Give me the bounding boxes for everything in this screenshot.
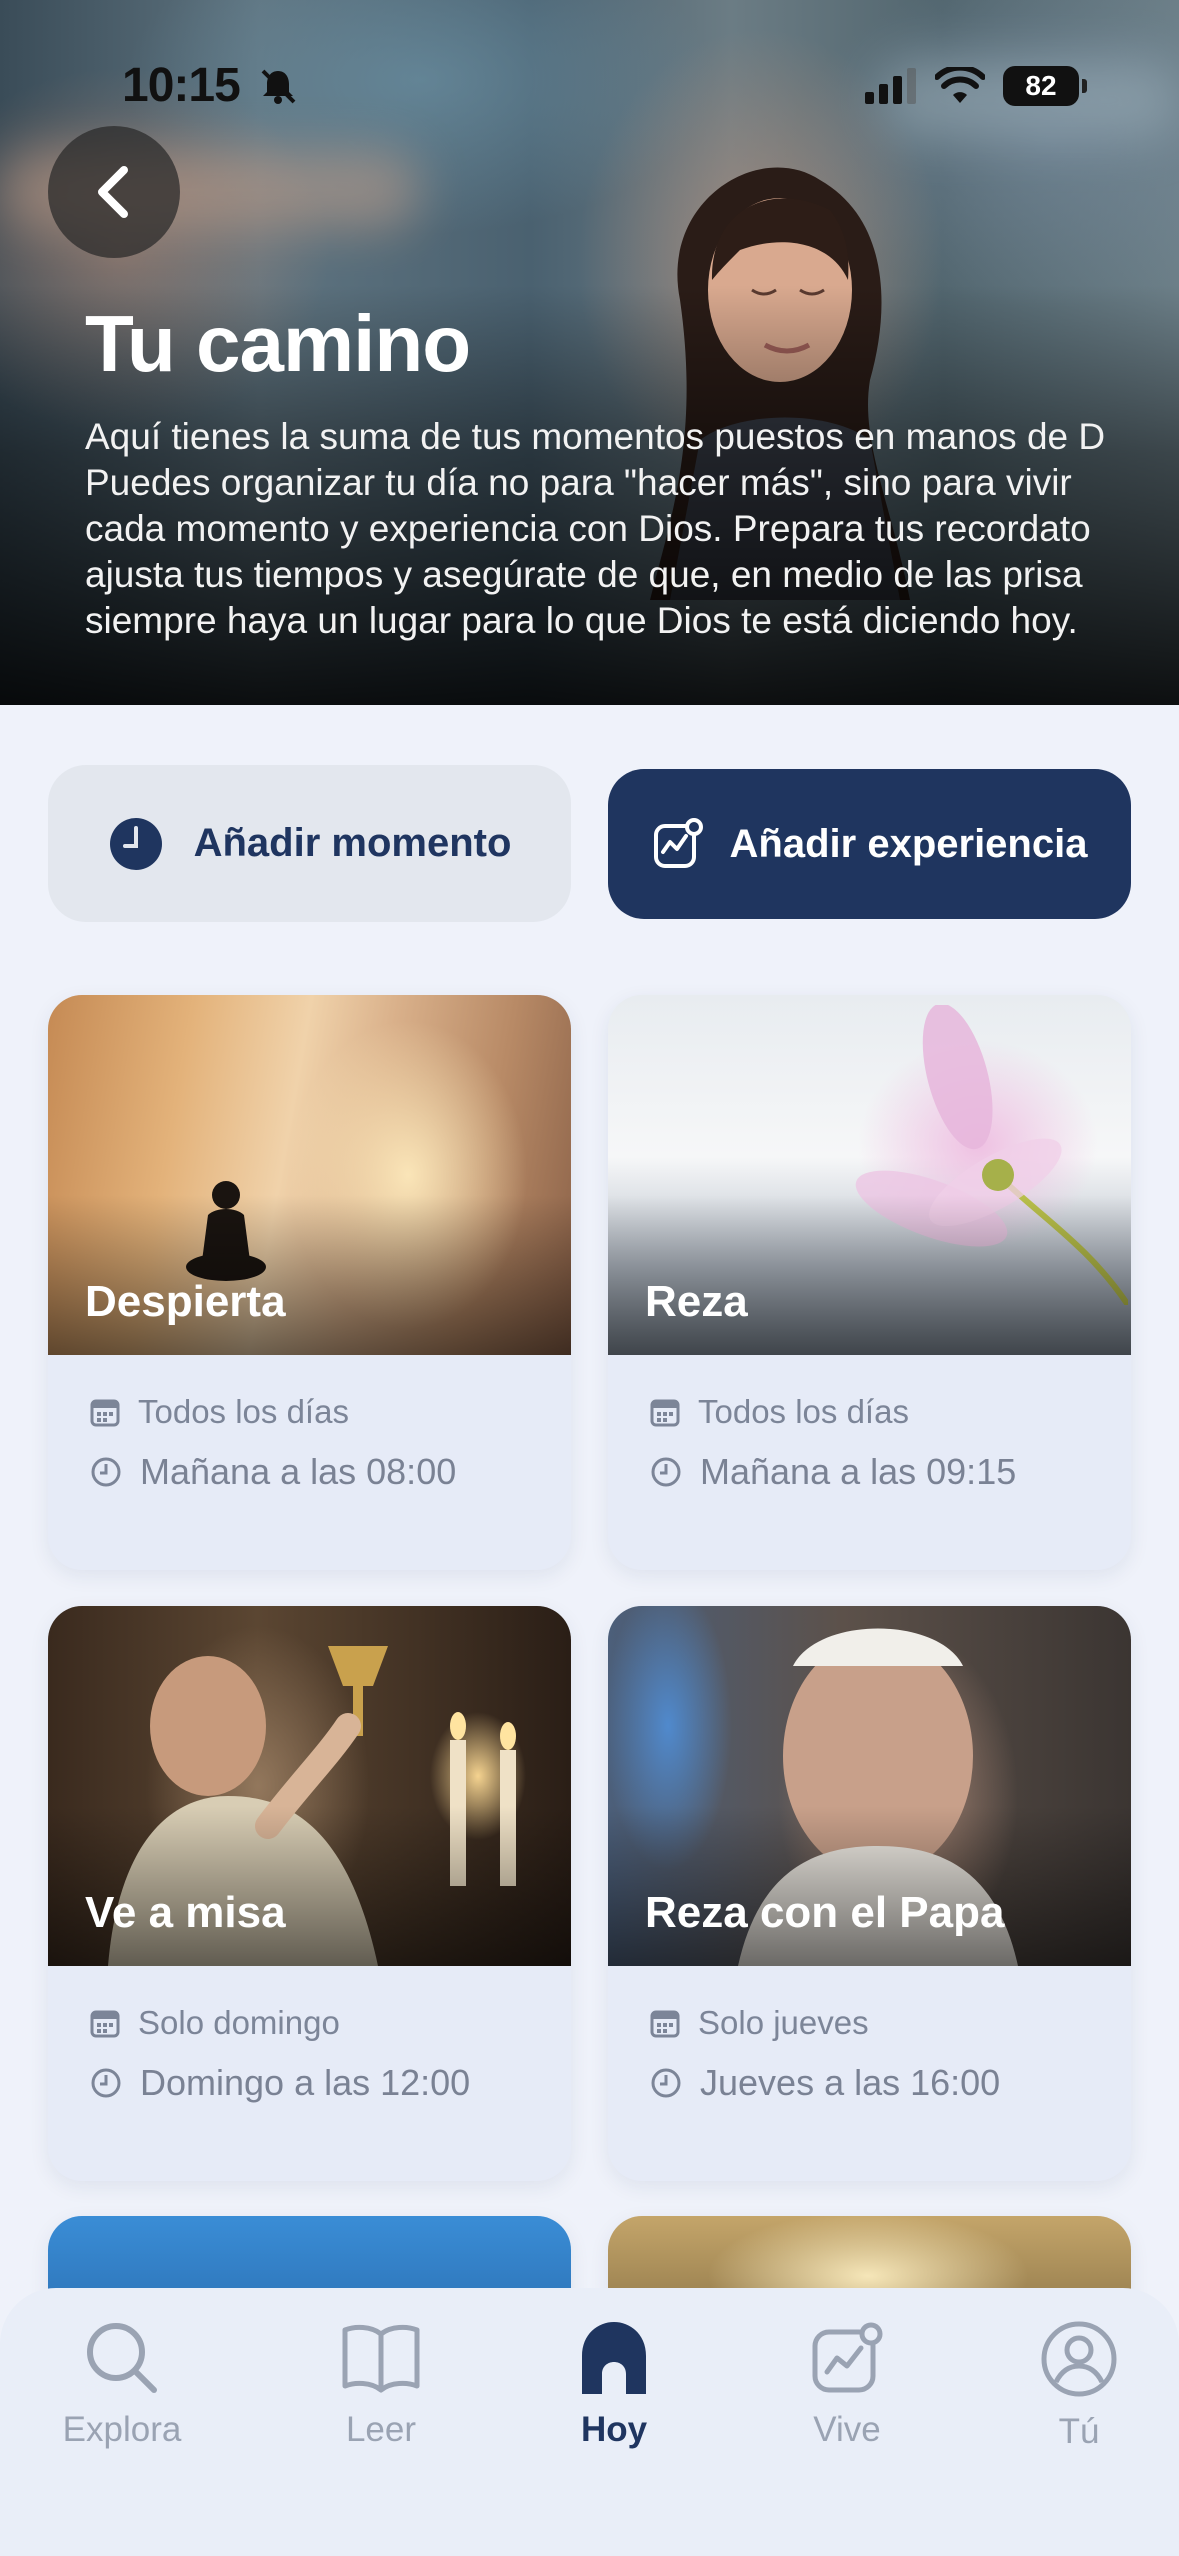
card-time-text: Domingo a las 12:00 (140, 2062, 471, 2103)
tab-vive[interactable]: Vive (747, 2320, 947, 2450)
add-experience-button[interactable]: Añadir experiencia (608, 769, 1131, 919)
card-details: Solo jueves Jueves a las 16:00 (608, 1966, 1131, 2181)
signal-icon (865, 68, 916, 104)
page-description: Aquí tienes la suma de tus momentos pues… (85, 414, 1179, 644)
card-title: Despierta (85, 1277, 286, 1326)
calendar-icon (90, 2010, 120, 2038)
add-moment-label: Añadir momento (193, 821, 512, 865)
card-frequency: Todos los días (650, 1393, 1089, 1431)
profile-icon (1041, 2321, 1117, 2397)
card-time-text: Jueves a las 16:00 (700, 2062, 1001, 2103)
card-title: Ve a misa (85, 1888, 286, 1937)
tab-tu[interactable]: Tú (979, 2320, 1179, 2452)
tab-label: Leer (345, 2410, 417, 2449)
back-button[interactable] (48, 126, 180, 258)
tab-explora[interactable]: Explora (22, 2320, 222, 2450)
tab-hoy[interactable]: Hoy (514, 2320, 714, 2450)
tab-label: Vive (813, 2410, 881, 2449)
moment-card-despierta[interactable]: Despierta Todos los días Mañana a las 08… (48, 995, 571, 1570)
description-line: siempre haya un lugar para lo que Dios t… (85, 600, 1078, 641)
hero-banner: 10:15 82 Tu camino Aquí tienes la suma d… (0, 0, 1179, 705)
add-experience-label: Añadir experiencia (729, 821, 1088, 866)
action-buttons: Añadir momento Añadir experiencia (48, 765, 1131, 922)
battery-level: 82 (1025, 70, 1057, 101)
activity-icon (812, 2322, 883, 2393)
card-time: Mañana a las 08:00 (90, 1451, 529, 1493)
description-line: Puedes organizar tu día no para "hacer m… (85, 462, 1072, 503)
tab-label: Explora (62, 2410, 182, 2449)
tab-label: Hoy (580, 2410, 648, 2449)
battery-indicator: 82 (1003, 66, 1087, 106)
clock-icon (109, 817, 162, 870)
wifi-icon (935, 67, 985, 103)
calendar-icon (650, 2010, 680, 2038)
moment-card-ve-a-misa[interactable]: Ve a misa Solo domingo Domingo a las 12:… (48, 1606, 571, 2181)
card-details: Todos los días Mañana a las 08:00 (48, 1355, 571, 1570)
chevron-left-icon (98, 166, 128, 218)
card-image-shade (608, 1195, 1131, 1355)
home-icon (582, 2322, 646, 2394)
card-details: Solo domingo Domingo a las 12:00 (48, 1966, 571, 2181)
clock-icon (91, 1457, 121, 1487)
description-line: Aquí tienes la suma de tus momentos pues… (85, 416, 1106, 457)
clock-icon (651, 1457, 681, 1487)
card-time: Domingo a las 12:00 (90, 2062, 529, 2104)
moment-card-reza-con-el-papa[interactable]: Reza con el Papa Solo jueves Jueves a la… (608, 1606, 1131, 2181)
calendar-icon (650, 1399, 680, 1427)
card-frequency-text: Todos los días (138, 1393, 349, 1430)
card-image-shade (48, 1195, 571, 1355)
add-moment-button[interactable]: Añadir momento (48, 765, 571, 922)
card-frequency-text: Solo domingo (138, 2004, 340, 2041)
card-image: Reza (608, 995, 1131, 1355)
search-icon (87, 2323, 157, 2393)
card-frequency: Solo jueves (650, 2004, 1089, 2042)
tab-leer[interactable]: Leer (281, 2320, 481, 2450)
status-time: 10:15 (122, 59, 241, 112)
tab-bar: Explora Leer Hoy Vive Tú (0, 2288, 1179, 2556)
card-time-text: Mañana a las 08:00 (140, 1451, 457, 1492)
page-title: Tu camino (85, 299, 471, 388)
status-bar: 10:15 82 (0, 0, 1179, 150)
card-image: Ve a misa (48, 1606, 571, 1966)
card-time: Jueves a las 16:00 (650, 2062, 1089, 2104)
card-title: Reza (645, 1277, 748, 1326)
description-line: cada momento y experiencia con Dios. Pre… (85, 508, 1091, 549)
card-details: Todos los días Mañana a las 09:15 (608, 1355, 1131, 1570)
card-frequency: Solo domingo (90, 2004, 529, 2042)
card-title: Reza con el Papa (645, 1888, 1005, 1937)
card-image: Despierta (48, 995, 571, 1355)
calendar-icon (90, 1399, 120, 1427)
card-image: Reza con el Papa (608, 1606, 1131, 1966)
tab-label: Tú (1058, 2412, 1100, 2451)
card-time: Mañana a las 09:15 (650, 1451, 1089, 1493)
card-image-shade (48, 1806, 571, 1966)
card-frequency-text: Solo jueves (698, 2004, 869, 2041)
card-frequency-text: Todos los días (698, 1393, 909, 1430)
card-time-text: Mañana a las 09:15 (700, 1451, 1017, 1492)
moment-card-reza[interactable]: Reza Todos los días Mañana a las 09:15 (608, 995, 1131, 1570)
book-icon (342, 2324, 420, 2393)
card-image-shade (608, 1806, 1131, 1966)
clock-icon (651, 2068, 681, 2098)
silent-bell-icon (261, 69, 296, 104)
description-line: ajusta tus tiempos y asegúrate de que, e… (85, 554, 1083, 595)
clock-icon (91, 2068, 121, 2098)
activity-icon (653, 818, 703, 868)
card-frequency: Todos los días (90, 1393, 529, 1431)
